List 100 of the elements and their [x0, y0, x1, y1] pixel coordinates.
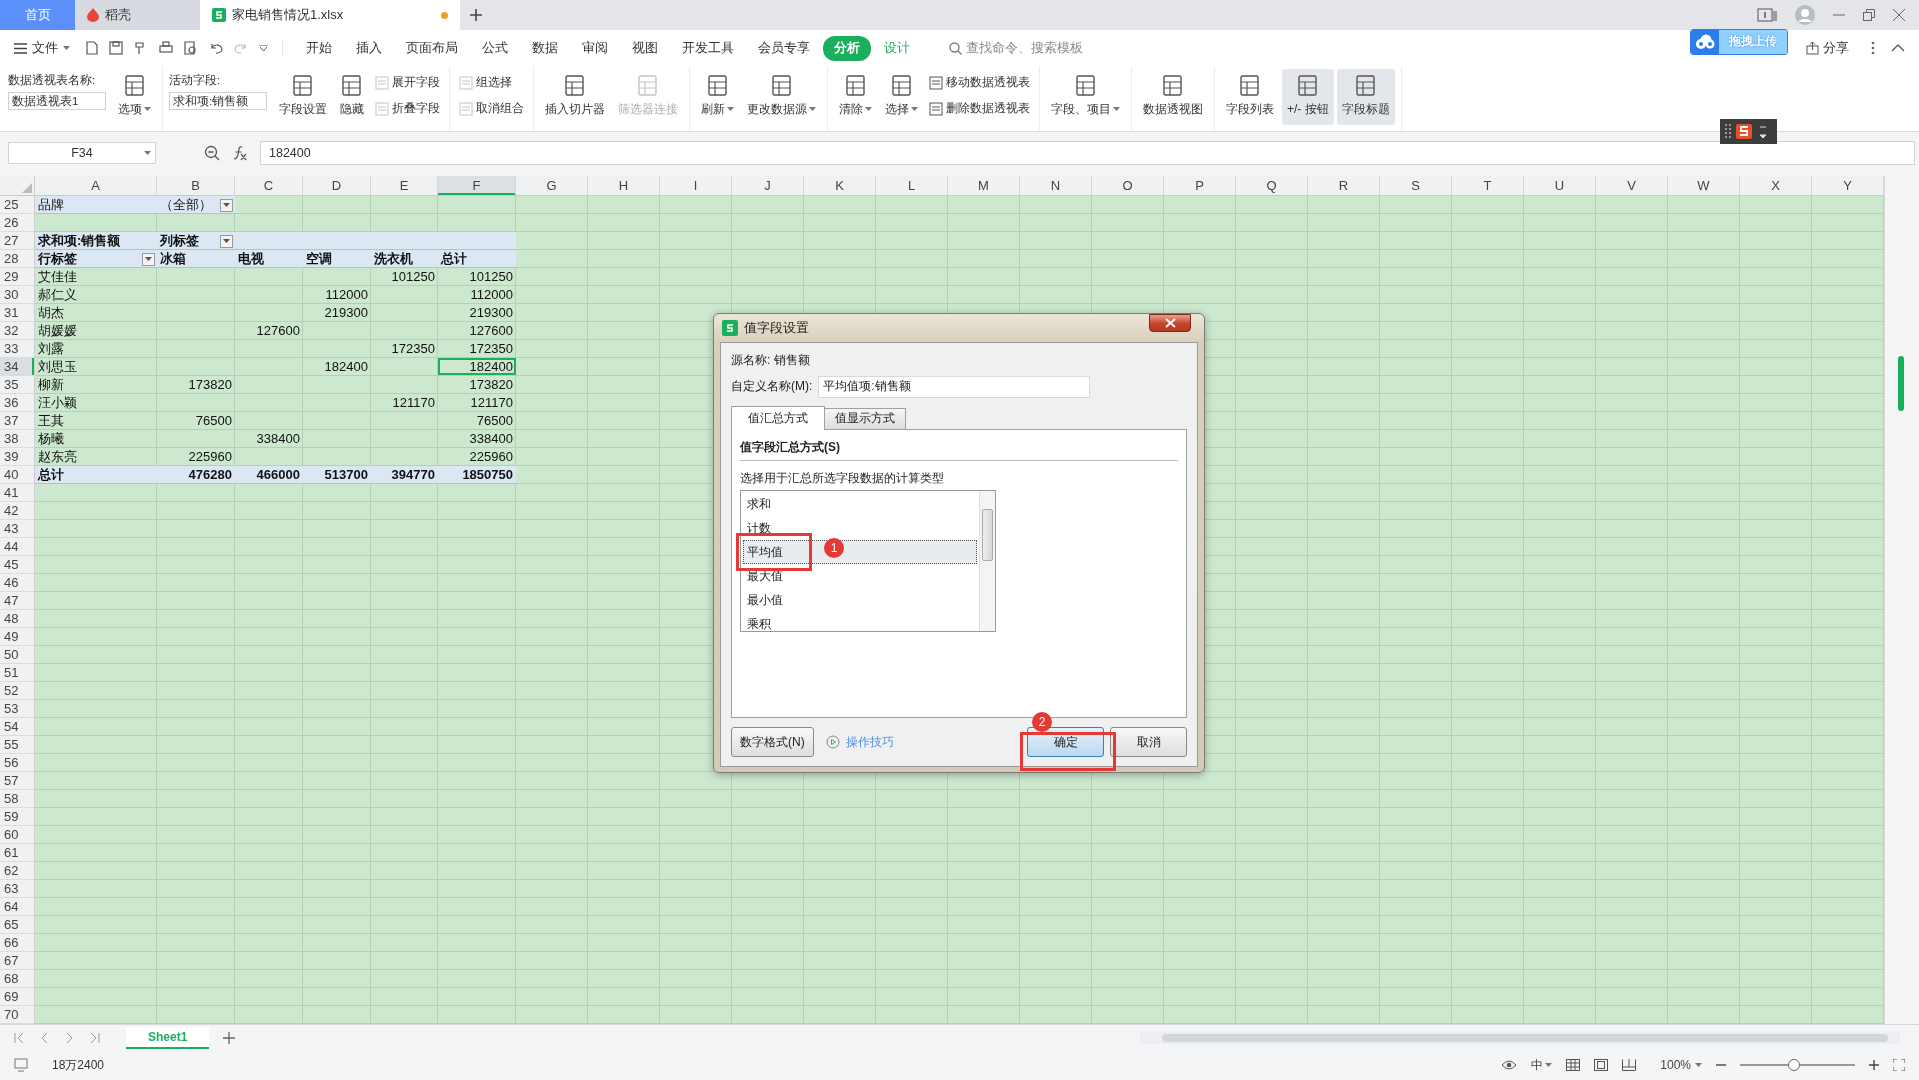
zoom-icon[interactable]	[204, 145, 220, 161]
row-header[interactable]: 60	[0, 826, 35, 844]
text-field[interactable]: 求和项:销售额	[169, 92, 267, 110]
column-header[interactable]: I	[660, 176, 732, 196]
menu-tab[interactable]: 页面布局	[395, 35, 469, 61]
row-header[interactable]: 36	[0, 394, 35, 412]
row-header[interactable]: 55	[0, 736, 35, 754]
row-header[interactable]: 40	[0, 466, 35, 484]
row-header[interactable]: 49	[0, 628, 35, 646]
ribbon-button[interactable]: 更改数据源	[742, 69, 821, 125]
row-header[interactable]: 37	[0, 412, 35, 430]
cancel-button[interactable]: 取消	[1110, 727, 1187, 758]
column-header[interactable]: W	[1668, 176, 1740, 196]
row-header[interactable]: 39	[0, 448, 35, 466]
eye-icon[interactable]	[1501, 1059, 1518, 1071]
row-header[interactable]: 46	[0, 574, 35, 592]
previous-sheet-icon[interactable]	[39, 1031, 50, 1044]
zoom-dropdown[interactable]: 100%	[1660, 1058, 1702, 1072]
row-header[interactable]: 30	[0, 286, 35, 304]
ribbon-button[interactable]: 清除	[834, 69, 877, 125]
column-header[interactable]: D	[303, 176, 371, 196]
row-header[interactable]: 33	[0, 340, 35, 358]
row-header[interactable]: 68	[0, 970, 35, 988]
fullscreen-icon[interactable]	[1893, 1059, 1905, 1071]
ribbon-button[interactable]: 字段标题	[1336, 69, 1395, 125]
menu-tab[interactable]: 审阅	[571, 35, 619, 61]
menu-tab[interactable]: 开始	[295, 35, 343, 61]
column-header[interactable]: X	[1740, 176, 1812, 196]
column-header[interactable]: A	[35, 176, 157, 196]
collapse-icon[interactable]	[1891, 44, 1905, 52]
list-option[interactable]: 最小值	[743, 587, 977, 612]
share-button[interactable]: 分享	[1800, 38, 1855, 58]
column-header[interactable]: L	[876, 176, 948, 196]
column-header[interactable]: G	[516, 176, 588, 196]
ribbon-button[interactable]: 字段、项目	[1046, 69, 1125, 125]
row-header[interactable]: 61	[0, 844, 35, 862]
row-header[interactable]: 59	[0, 808, 35, 826]
row-header[interactable]: 38	[0, 430, 35, 448]
row-header[interactable]: 25	[0, 196, 35, 214]
column-header[interactable]: E	[371, 176, 438, 196]
scrollbar-thumb[interactable]	[982, 508, 993, 561]
column-header[interactable]: T	[1452, 176, 1524, 196]
column-header[interactable]: B	[157, 176, 235, 196]
ribbon-button[interactable]: 选择	[880, 69, 923, 125]
column-header[interactable]: V	[1596, 176, 1668, 196]
page-break-icon[interactable]	[1622, 1059, 1637, 1071]
undo-icon[interactable]	[209, 42, 223, 54]
column-header[interactable]: F	[438, 176, 516, 196]
name-box[interactable]: F34	[8, 142, 156, 164]
ribbon-button[interactable]: +/- 按钮	[1282, 69, 1334, 125]
column-header[interactable]: U	[1524, 176, 1596, 196]
menu-tab[interactable]: 插入	[345, 35, 393, 61]
column-header[interactable]: Q	[1236, 176, 1308, 196]
row-header[interactable]: 65	[0, 916, 35, 934]
row-header[interactable]: 44	[0, 538, 35, 556]
ribbon-button[interactable]: 插入切片器	[540, 69, 610, 125]
row-header[interactable]: 50	[0, 646, 35, 664]
row-header[interactable]: 66	[0, 934, 35, 952]
search-field[interactable]: 查找命令、搜索模板	[949, 41, 1106, 55]
column-header[interactable]: R	[1308, 176, 1380, 196]
more-caret-icon[interactable]	[259, 45, 268, 51]
row-header[interactable]: 56	[0, 754, 35, 772]
ribbon-button[interactable]: 字段列表	[1221, 69, 1279, 125]
window-count-icon[interactable]	[1757, 8, 1777, 22]
next-sheet-icon[interactable]	[64, 1031, 75, 1044]
row-header[interactable]: 53	[0, 700, 35, 718]
window-tab[interactable]: 家电销售情况1.xlsx	[200, 0, 460, 30]
text-field[interactable]: 数据透视表1	[8, 92, 106, 110]
number-format-button[interactable]: 数字格式(N)	[731, 727, 814, 758]
row-header[interactable]: 57	[0, 772, 35, 790]
formula-field[interactable]: 182400	[260, 141, 1915, 165]
preview-icon[interactable]	[184, 41, 198, 55]
list-option[interactable]: 计数	[743, 515, 977, 540]
last-sheet-icon[interactable]	[89, 1031, 100, 1044]
input-mode-button[interactable]: 中	[1531, 1056, 1553, 1074]
row-header[interactable]: 64	[0, 898, 35, 916]
menu-tab[interactable]: 视图	[621, 35, 669, 61]
custom-name-field[interactable]: 平均值项:销售额	[818, 375, 1091, 398]
row-header[interactable]: 52	[0, 682, 35, 700]
row-header[interactable]: 28	[0, 250, 35, 268]
row-header[interactable]: 51	[0, 664, 35, 682]
row-header[interactable]: 32	[0, 322, 35, 340]
zoom-in-icon[interactable]	[1869, 1060, 1879, 1070]
column-header[interactable]: Y	[1812, 176, 1884, 196]
row-header[interactable]: 54	[0, 718, 35, 736]
page-layout-icon[interactable]	[1594, 1059, 1609, 1071]
menu-tab[interactable]: 会员专享	[747, 35, 821, 61]
column-header[interactable]: N	[1020, 176, 1092, 196]
dialog-tab[interactable]: 值显示方式	[824, 407, 906, 429]
row-header[interactable]: 29	[0, 268, 35, 286]
list-option[interactable]: 最大值	[743, 563, 977, 588]
row-header[interactable]: 48	[0, 610, 35, 628]
slider-thumb[interactable]	[1788, 1059, 1801, 1071]
close-icon[interactable]	[1893, 9, 1905, 21]
column-header[interactable]: C	[235, 176, 303, 196]
row-header[interactable]: 34	[0, 358, 35, 376]
row-header[interactable]: 63	[0, 880, 35, 898]
row-header[interactable]: 27	[0, 232, 35, 250]
close-button[interactable]	[1149, 314, 1191, 332]
list-option[interactable]: 求和	[743, 491, 977, 516]
